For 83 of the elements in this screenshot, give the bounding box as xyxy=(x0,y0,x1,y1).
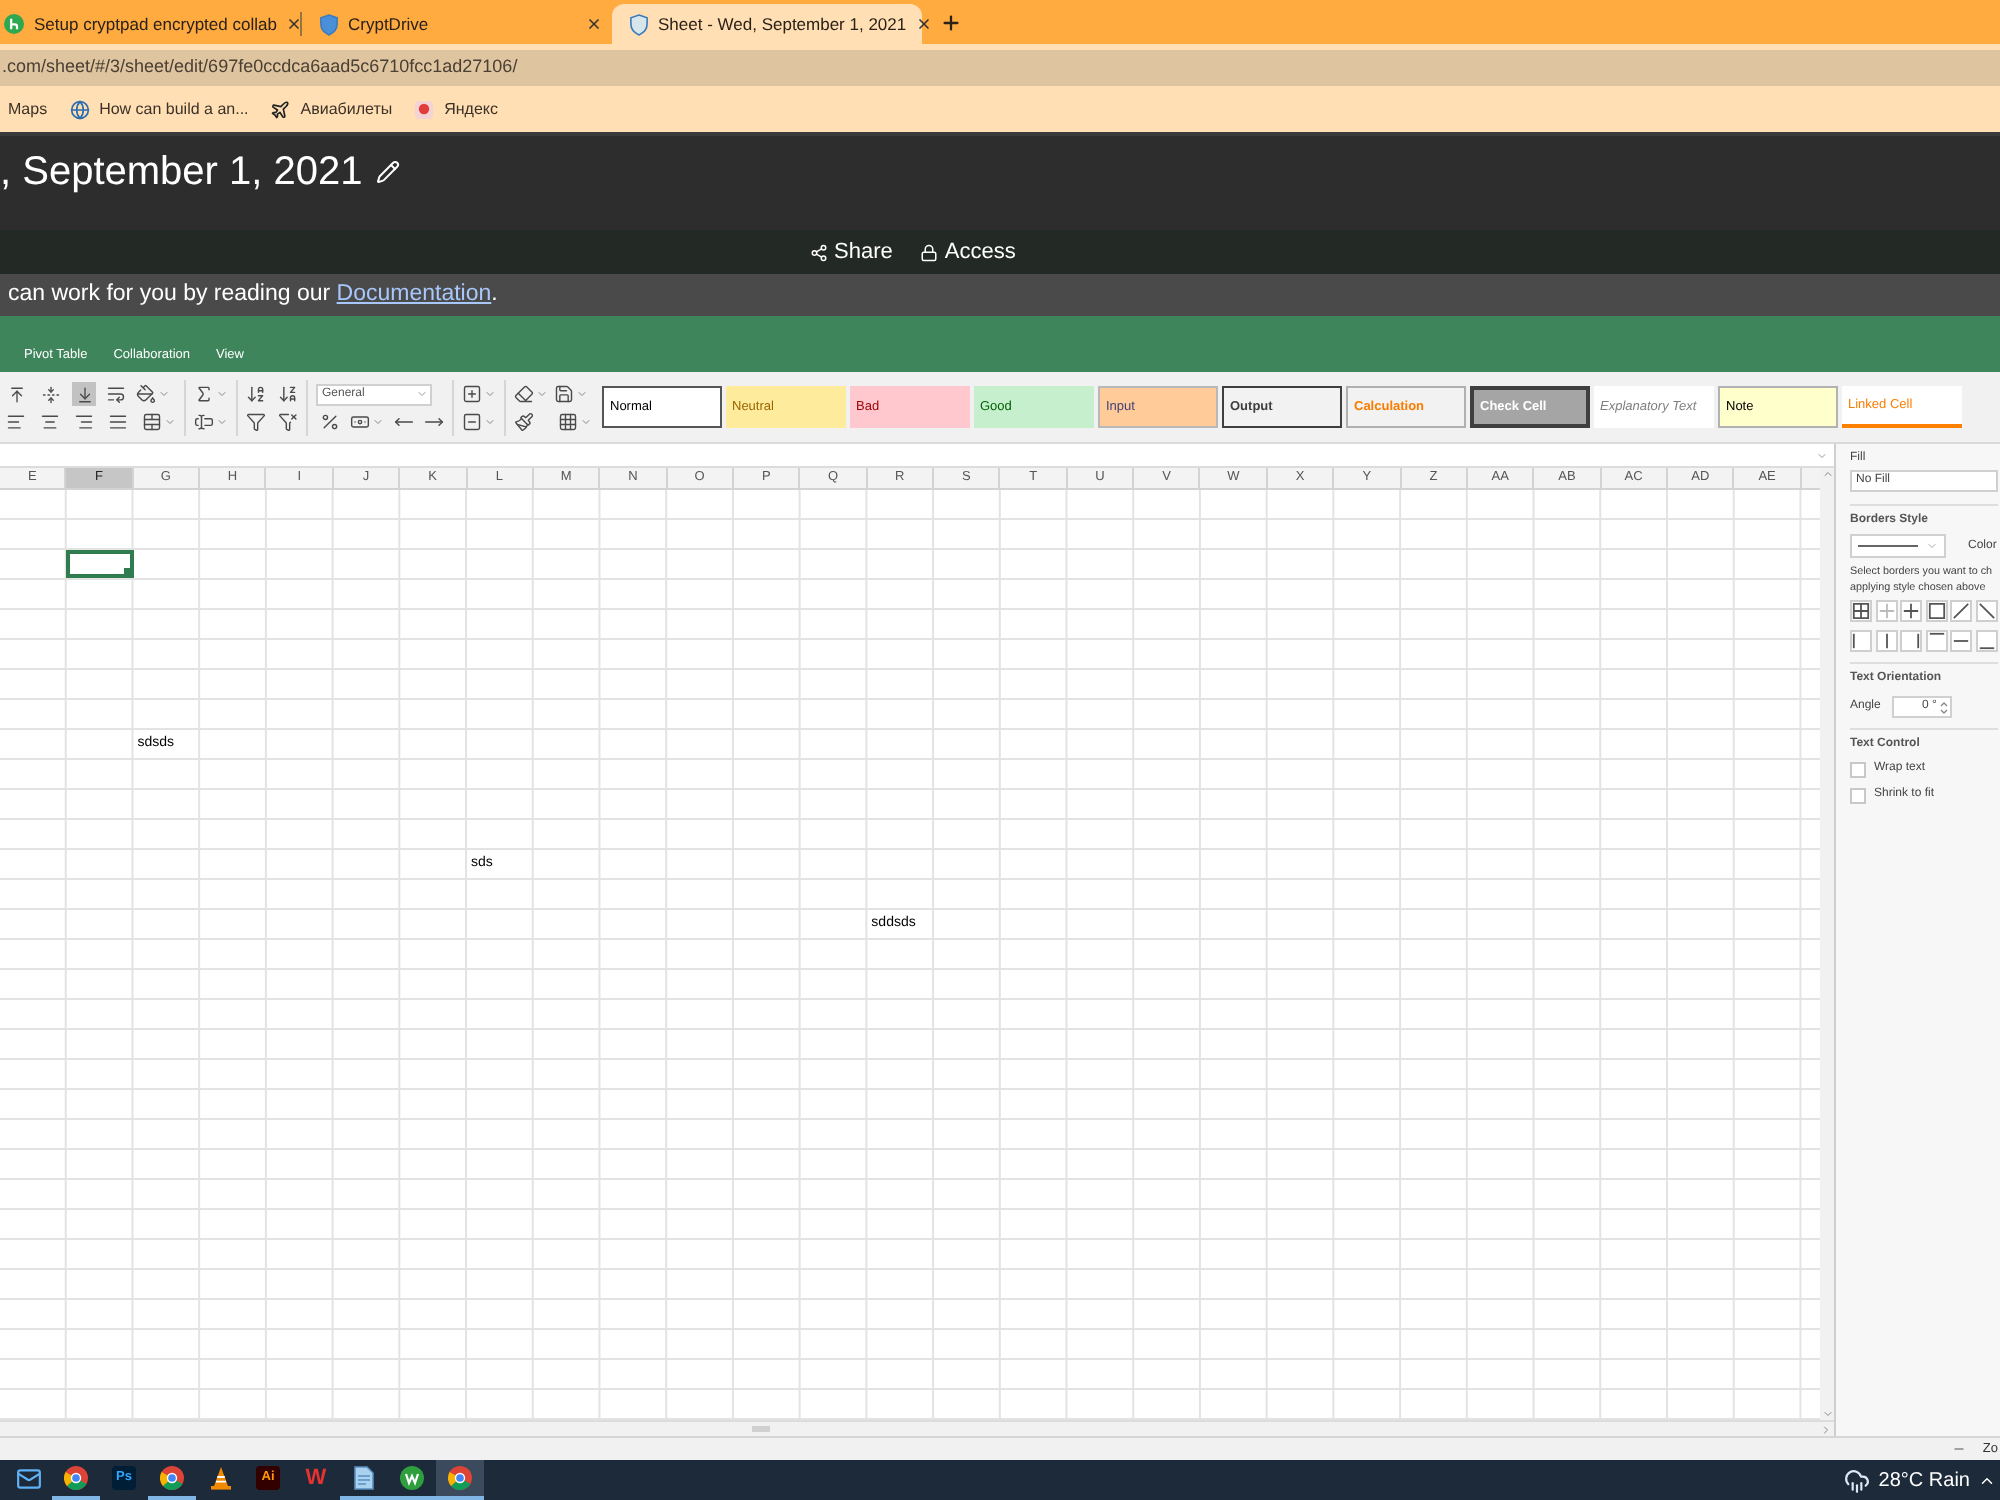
clear-filter-icon[interactable] xyxy=(278,411,298,431)
align-left-icon[interactable] xyxy=(6,412,26,432)
align-bottom-icon xyxy=(75,385,93,403)
line-style-select[interactable] xyxy=(1850,534,1946,558)
browser-icon xyxy=(64,1466,88,1490)
inner-horizontal-icon[interactable] xyxy=(1950,630,1972,652)
bottom-border-icon[interactable] xyxy=(1975,630,1997,652)
checkbox[interactable] xyxy=(1850,787,1866,803)
envelope-icon xyxy=(15,1465,41,1491)
right-border-icon[interactable] xyxy=(1900,630,1922,652)
access-button[interactable]: Access xyxy=(920,235,1016,269)
lock-icon xyxy=(920,243,939,261)
banknote-icon[interactable] xyxy=(350,411,370,431)
cloud-rain-icon xyxy=(1844,1467,1871,1493)
bookmark-link[interactable]: Maps xyxy=(8,97,48,121)
weather-text[interactable]: 28°C Rain xyxy=(1878,1465,1970,1495)
checkbox[interactable] xyxy=(1850,761,1866,777)
horizontal-scrollbar[interactable] xyxy=(0,1420,1834,1436)
browser-icon xyxy=(448,1466,472,1490)
percent-icon[interactable] xyxy=(320,411,340,431)
filter-icon[interactable] xyxy=(246,411,266,431)
line-sample-icon xyxy=(1858,544,1918,548)
document-icon xyxy=(354,1466,374,1490)
diagonal-up-icon[interactable] xyxy=(1950,600,1972,622)
globe-icon xyxy=(69,99,90,119)
wrap-text-icon[interactable] xyxy=(106,384,126,404)
merge-cells-icon[interactable] xyxy=(142,412,162,432)
square-plus-icon[interactable] xyxy=(462,383,482,403)
share-button[interactable]: Share xyxy=(810,235,893,269)
new-tab-icon[interactable] xyxy=(940,12,962,34)
help-notice: can work for you by reading our Documentation. xyxy=(8,279,498,310)
sigma-icon[interactable] xyxy=(194,383,214,403)
traffic-cone-icon xyxy=(209,1466,231,1490)
vertical-align-button[interactable] xyxy=(72,382,96,406)
caret-icon xyxy=(1926,540,1938,552)
taskbar-button[interactable] xyxy=(148,1460,196,1500)
close-icon[interactable] xyxy=(286,16,303,32)
all-borders-icon[interactable] xyxy=(1850,600,1872,622)
airplane-icon xyxy=(270,99,291,119)
close-icon[interactable] xyxy=(916,16,933,32)
scrollbar-grip[interactable] xyxy=(752,1426,770,1432)
align-top-icon xyxy=(7,385,25,403)
close-icon[interactable] xyxy=(586,16,602,32)
browser-icon xyxy=(160,1466,184,1490)
taskbar-button[interactable] xyxy=(340,1460,388,1500)
align-center-icon[interactable] xyxy=(40,412,60,432)
eraser-icon[interactable] xyxy=(514,383,534,403)
bookmark-link[interactable]: Авиабилеты xyxy=(270,97,393,121)
caret-icon xyxy=(416,388,428,400)
diagonal-down-icon[interactable] xyxy=(1975,600,1997,622)
inner-vertical-icon[interactable] xyxy=(1875,630,1897,652)
browser-tab[interactable]: CryptDrive xyxy=(302,4,612,44)
address-field[interactable]: .com/sheet/#/3/sheet/edit/697fe0ccdca6aad5c6710fcc1ad27106/ xyxy=(0,50,2000,86)
square-minus-icon[interactable] xyxy=(462,411,482,431)
paintbrush-icon[interactable] xyxy=(514,411,534,431)
shield-icon xyxy=(630,13,648,35)
circle-logo-icon xyxy=(400,1466,424,1490)
sort-descending-icon[interactable] xyxy=(278,383,298,403)
top-border-icon[interactable] xyxy=(1925,630,1947,652)
sort-ascending-icon[interactable] xyxy=(246,383,266,403)
documentation-link[interactable]: Documentation xyxy=(336,281,492,306)
pencil-icon[interactable] xyxy=(376,160,401,184)
borders-grid-icon[interactable] xyxy=(558,411,578,431)
text-input-icon[interactable] xyxy=(194,411,214,431)
align-justify-icon[interactable] xyxy=(108,412,128,432)
taskbar-button[interactable] xyxy=(52,1460,100,1500)
browser-tab[interactable]: Setup cryptpad encrypted collab xyxy=(0,4,300,44)
share-icon xyxy=(810,243,828,261)
left-border-icon[interactable] xyxy=(1850,630,1872,652)
inner-cross-icon[interactable] xyxy=(1900,600,1922,622)
align-right-icon[interactable] xyxy=(74,412,94,432)
paint-bucket-icon[interactable] xyxy=(136,384,156,404)
outer-border-icon[interactable] xyxy=(1925,600,1947,622)
bookmark-link[interactable]: How can build a an... xyxy=(69,97,249,121)
letter-logo-icon: W xyxy=(305,1466,327,1490)
shield-icon xyxy=(320,13,338,35)
document-title: , September 1, 2021 xyxy=(0,148,363,196)
round-badge-icon xyxy=(414,99,435,119)
favicon-icon xyxy=(4,14,24,34)
spinner-icon[interactable] xyxy=(1940,699,1949,715)
align-middle-icon xyxy=(41,385,59,403)
spreadsheet-cell[interactable] xyxy=(66,550,134,578)
bookmark-link[interactable]: Яндекс xyxy=(414,97,499,121)
